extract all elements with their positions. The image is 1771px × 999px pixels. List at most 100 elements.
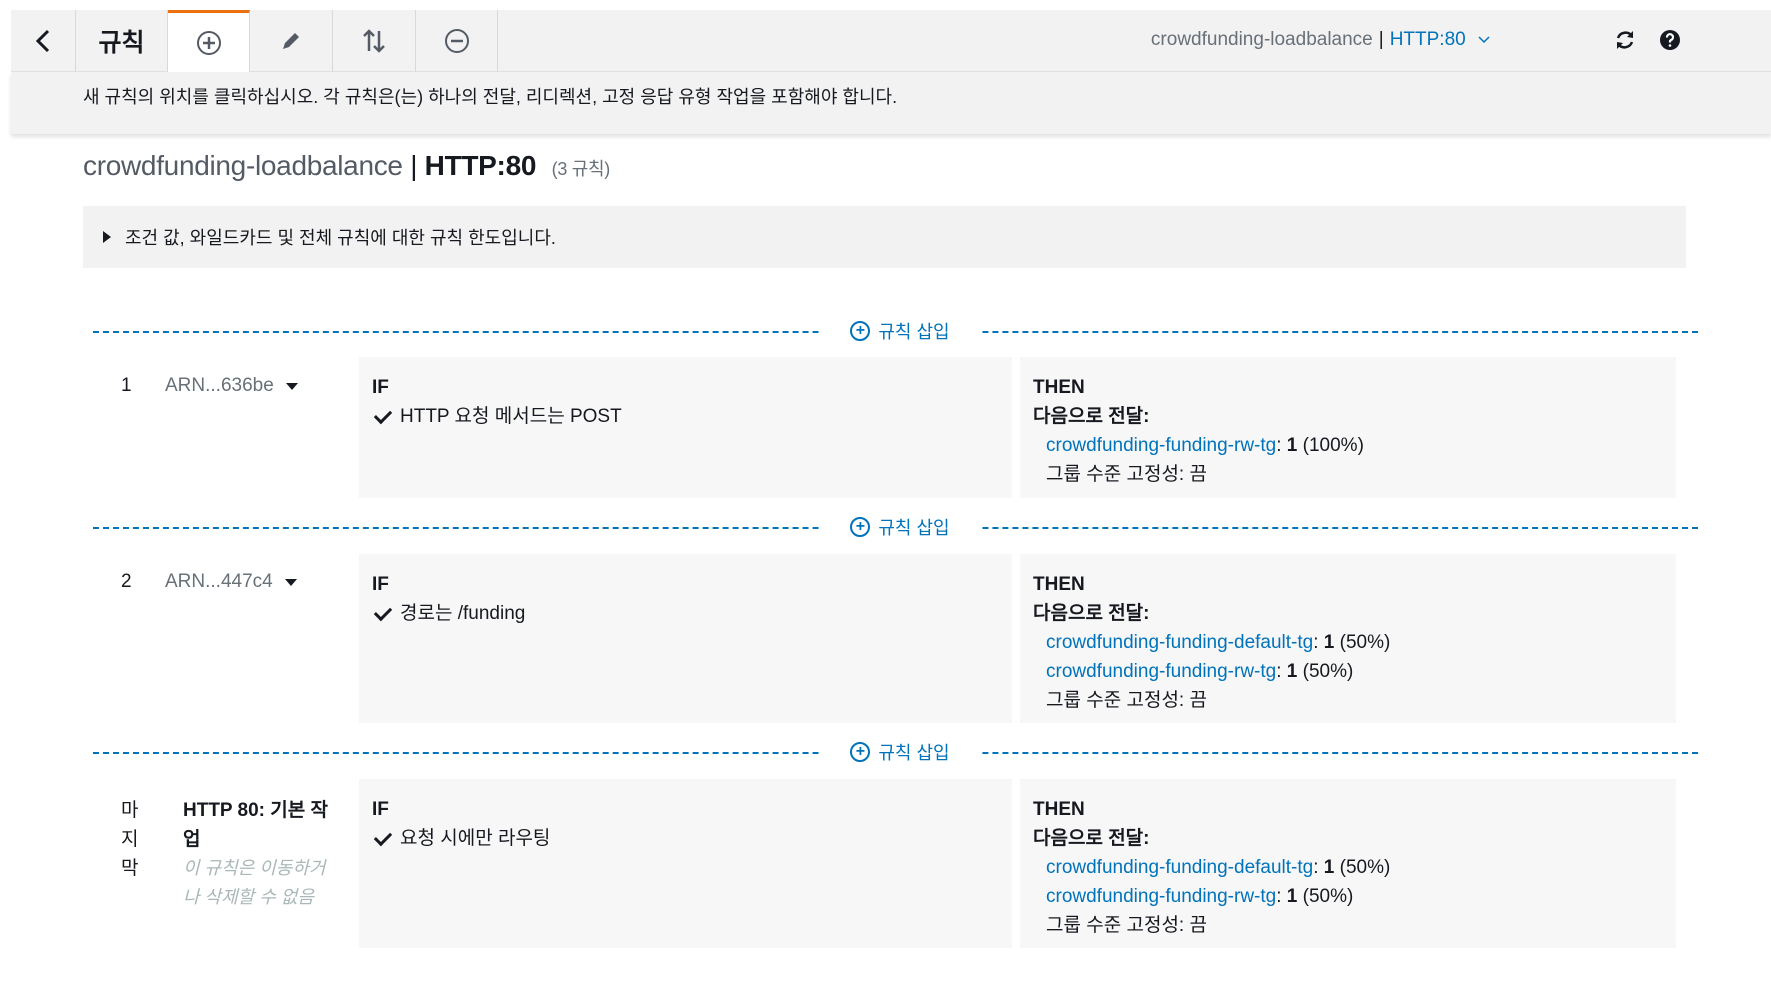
refresh-button[interactable] xyxy=(1609,24,1641,56)
target-separator: : xyxy=(1313,632,1319,653)
target-group-row: crowdfunding-funding-default-tg: 1 (50%) xyxy=(1033,628,1663,657)
plus-circle-icon: + xyxy=(850,517,871,537)
if-heading: IF xyxy=(372,799,389,820)
target-percent: (50%) xyxy=(1339,632,1391,653)
rule-then-panel: THEN 다음으로 전달: crowdfunding-funding-defau… xyxy=(1020,779,1676,948)
listener-dropdown[interactable]: HTTP:80 xyxy=(1390,29,1466,50)
rule-arn: ARN...447c4 xyxy=(165,571,273,592)
insert-rule-label: 규칙 삽입 xyxy=(878,743,950,763)
back-button[interactable] xyxy=(11,10,76,72)
insert-rule-button[interactable]: + 규칙 삽입 xyxy=(820,316,980,346)
plus-circle-icon: + xyxy=(850,321,871,341)
instruction-banner: 새 규칙의 위치를 클릭하십시오. 각 규칙은(는) 하나의 전달, 리디렉션,… xyxy=(11,72,1771,134)
reorder-icon xyxy=(363,29,385,53)
condition-text: 요청 시에만 라우팅 xyxy=(400,828,551,849)
stickiness-text: 그룹 수준 고정성: 끔 xyxy=(1046,464,1207,485)
edit-icon xyxy=(283,33,299,49)
instruction-text: 새 규칙의 위치를 클릭하십시오. 각 규칙은(는) 하나의 전달, 리디렉션,… xyxy=(83,87,898,107)
target-separator: : xyxy=(1276,661,1282,682)
check-icon xyxy=(373,827,393,846)
delete-icon xyxy=(444,29,469,53)
then-heading: THEN xyxy=(1033,799,1085,820)
then-heading: THEN xyxy=(1033,574,1085,595)
target-group-link[interactable]: crowdfunding-funding-default-tg xyxy=(1046,632,1313,653)
caret-down-icon xyxy=(285,382,298,390)
insert-rule-button[interactable]: + 규칙 삽입 xyxy=(820,512,980,542)
caret-down-icon xyxy=(284,578,297,586)
target-percent: (50%) xyxy=(1302,886,1354,907)
target-weight: 1 xyxy=(1286,886,1298,907)
refresh-icon xyxy=(1616,31,1634,49)
rule-number: 1 xyxy=(121,375,132,396)
add-icon xyxy=(196,30,221,55)
forward-label: 다음으로 전달: xyxy=(1033,603,1150,624)
help-icon xyxy=(1660,30,1680,50)
rule-if-panel: IF HTTP 요청 메서드는 POST xyxy=(359,357,1012,498)
target-group-row: crowdfunding-funding-rw-tg: 1 (50%) xyxy=(1033,657,1663,686)
condition-text: HTTP 요청 메서드는 POST xyxy=(400,406,622,427)
stickiness-text: 그룹 수준 고정성: 끔 xyxy=(1046,915,1207,936)
rule-limits-text: 조건 값, 와일드카드 및 전체 규칙에 대한 규칙 한도입니다. xyxy=(125,228,556,248)
rule-number: 2 xyxy=(121,571,132,592)
rule-condition: HTTP 요청 메서드는 POST xyxy=(372,402,999,431)
rule-condition: 경로는 /funding xyxy=(372,599,999,628)
check-icon xyxy=(373,602,393,621)
rule-count: (3 규칙) xyxy=(551,159,611,179)
rule-condition: 요청 시에만 라우팅 xyxy=(372,824,999,853)
target-group-row: crowdfunding-funding-rw-tg: 1 (100%) xyxy=(1033,431,1663,460)
reorder-rules-button[interactable] xyxy=(333,10,416,72)
target-percent: (50%) xyxy=(1339,857,1391,878)
insert-rule-label: 규칙 삽입 xyxy=(878,322,950,342)
condition-text: 경로는 /funding xyxy=(400,603,526,624)
default-action-title: HTTP 80: 기본 작업 xyxy=(183,800,329,850)
title-lb-name: crowdfunding-loadbalance xyxy=(83,150,403,181)
target-group-link[interactable]: crowdfunding-funding-rw-tg xyxy=(1046,886,1276,907)
rule-limits-expander[interactable]: 조건 값, 와일드카드 및 전체 규칙에 대한 규칙 한도입니다. xyxy=(83,206,1686,268)
target-weight: 1 xyxy=(1286,435,1298,456)
rule-arn-dropdown[interactable]: ARN...447c4 xyxy=(165,571,297,593)
add-rule-button[interactable] xyxy=(168,10,250,72)
target-percent: (50%) xyxy=(1302,661,1354,682)
target-weight: 1 xyxy=(1323,632,1335,653)
default-action-note: 이 규칙은 이동하거나 삭제할 수 없음 xyxy=(183,858,326,907)
insert-rule-label: 규칙 삽입 xyxy=(878,518,950,538)
rule-arn-dropdown[interactable]: ARN...636be xyxy=(165,375,298,397)
then-heading: THEN xyxy=(1033,377,1085,398)
target-separator: : xyxy=(1313,857,1319,878)
insert-rule-button[interactable]: + 규칙 삽입 xyxy=(820,737,980,767)
stickiness-text: 그룹 수준 고정성: 끔 xyxy=(1046,690,1207,711)
rules-tab[interactable]: 규칙 xyxy=(76,10,168,72)
rule-number-last: 마지막 xyxy=(121,800,139,879)
target-group-link[interactable]: crowdfunding-funding-rw-tg xyxy=(1046,661,1276,682)
caret-right-icon xyxy=(103,231,111,243)
title-listener: HTTP:80 xyxy=(424,150,537,181)
target-group-row: crowdfunding-funding-rw-tg: 1 (50%) xyxy=(1033,882,1663,911)
if-heading: IF xyxy=(372,574,389,595)
if-heading: IF xyxy=(372,377,389,398)
chevron-down-icon[interactable] xyxy=(1477,35,1491,45)
title-separator: | xyxy=(410,150,418,181)
rule-arn: ARN...636be xyxy=(165,375,274,396)
back-arrow-icon xyxy=(35,29,50,53)
delete-rules-button[interactable] xyxy=(416,10,498,72)
target-separator: : xyxy=(1276,886,1282,907)
forward-label: 다음으로 전달: xyxy=(1033,406,1150,427)
toolbar-lb-name: crowdfunding-loadbalance xyxy=(1150,29,1373,50)
rule-if-panel: IF 요청 시에만 라우팅 xyxy=(359,779,1012,948)
listener-selector: crowdfunding-loadbalance | HTTP:80 xyxy=(1151,29,1491,51)
target-separator: : xyxy=(1276,435,1282,456)
target-group-link[interactable]: crowdfunding-funding-default-tg xyxy=(1046,857,1313,878)
plus-circle-icon: + xyxy=(850,742,871,762)
page-title: crowdfunding-loadbalance | HTTP:80 (3 규칙… xyxy=(83,150,610,182)
edit-rules-button[interactable] xyxy=(250,10,333,72)
rules-toolbar: 규칙 crowdfunding-loadbalance | HTTP:80 xyxy=(11,10,1771,72)
toolbar-separator: | xyxy=(1378,29,1384,50)
target-group-link[interactable]: crowdfunding-funding-rw-tg xyxy=(1046,435,1276,456)
check-icon xyxy=(373,405,393,424)
rule-then-panel: THEN 다음으로 전달: crowdfunding-funding-rw-tg… xyxy=(1020,357,1676,498)
help-button[interactable] xyxy=(1654,24,1686,56)
rule-if-panel: IF 경로는 /funding xyxy=(359,554,1012,723)
forward-label: 다음으로 전달: xyxy=(1033,828,1150,849)
target-weight: 1 xyxy=(1286,661,1298,682)
toolbar-title: 규칙 xyxy=(98,29,145,57)
